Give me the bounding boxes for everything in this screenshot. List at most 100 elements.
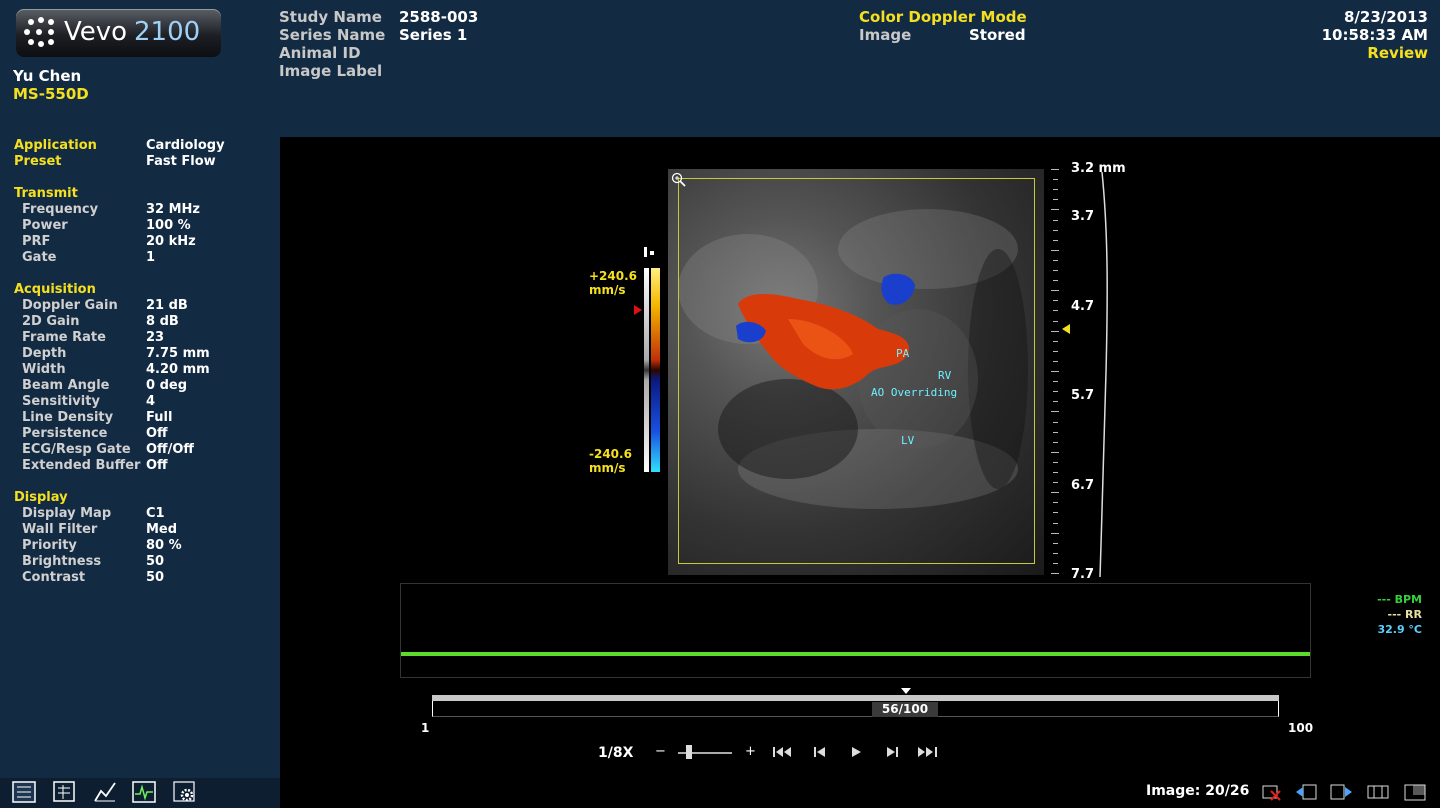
- param-label: Beam Angle: [22, 378, 110, 393]
- settings-gear-icon[interactable]: [173, 781, 197, 803]
- depth-tick: [1053, 482, 1058, 484]
- preset-value: Fast Flow: [146, 154, 216, 169]
- image-label-label: Image Label: [279, 62, 383, 80]
- import-image-icon[interactable]: [1295, 782, 1319, 802]
- depth-tick: [1051, 532, 1059, 534]
- logo-dots-icon: [24, 17, 58, 49]
- param-label: Frame Rate: [22, 330, 106, 345]
- param-value: 50: [146, 554, 165, 569]
- param-label: Frequency: [22, 202, 99, 217]
- depth-tick: [1053, 239, 1058, 241]
- logo-brand: Vevo: [64, 17, 128, 47]
- depth-tick: [1053, 280, 1058, 282]
- export-image-icon[interactable]: [1329, 782, 1353, 802]
- colorbar-min: -240.6: [589, 447, 632, 461]
- ecg-trace-line: [401, 652, 1310, 656]
- depth-tick: [1051, 209, 1059, 211]
- baseline-marker-icon[interactable]: [634, 305, 642, 315]
- param-value: 4.20 mm: [146, 362, 210, 377]
- param-label: PRF: [22, 234, 51, 249]
- depth-tick: [1051, 451, 1059, 453]
- param-label: Persistence: [22, 426, 108, 441]
- depth-tick: [1053, 512, 1058, 514]
- param-value: 50: [146, 570, 165, 585]
- depth-tick: [1053, 179, 1058, 181]
- first-frame-icon[interactable]: [772, 746, 794, 758]
- param-value: 21 dB: [146, 298, 188, 313]
- param-value: 80 %: [146, 538, 182, 553]
- speed-decrease-button[interactable]: −: [655, 744, 666, 759]
- measure-tool-icon[interactable]: [93, 781, 117, 803]
- colorbar-max-unit: mm/s: [589, 283, 626, 297]
- fullscreen-icon[interactable]: [1403, 782, 1427, 802]
- depth-tick: [1053, 542, 1058, 544]
- timeline-cursor-icon[interactable]: [901, 688, 912, 694]
- depth-tick: [1053, 350, 1058, 352]
- playback-speed[interactable]: 1/8X: [598, 745, 633, 761]
- transmit-section-title: Transmit: [14, 186, 78, 201]
- focus-marker-icon[interactable]: [1062, 324, 1070, 334]
- previous-frame-icon[interactable]: [813, 746, 827, 758]
- colorbar-max: +240.6: [589, 269, 638, 283]
- depth-tick: [1053, 472, 1058, 473]
- depth-tick: [1053, 421, 1058, 423]
- annotation-rv[interactable]: RV: [938, 369, 951, 382]
- param-value: 23: [146, 330, 165, 345]
- next-frame-icon[interactable]: [885, 746, 899, 758]
- param-label: Contrast: [22, 570, 86, 585]
- depth-tick: [1051, 169, 1059, 170]
- depth-tick: [1053, 199, 1058, 201]
- image-state-value: Stored: [969, 26, 1026, 44]
- delete-image-icon[interactable]: [1261, 782, 1283, 802]
- speed-increase-button[interactable]: +: [745, 744, 756, 759]
- time: 10:58:33 AM: [1321, 26, 1428, 44]
- application-label: Application: [14, 138, 97, 153]
- depth-tick: [1053, 391, 1058, 393]
- color-box-roi[interactable]: [678, 178, 1035, 564]
- review-status: Review: [1367, 44, 1428, 62]
- depth-label: 6.7: [1071, 478, 1095, 493]
- play-icon[interactable]: [850, 746, 862, 758]
- zoom-icon[interactable]: [671, 172, 687, 188]
- param-label: Width: [22, 362, 66, 377]
- param-value: 4: [146, 394, 156, 409]
- study-name-value: 2588-003: [399, 8, 479, 26]
- timeline-start: 1: [421, 721, 430, 735]
- depth-label: 7.7: [1071, 567, 1095, 582]
- image-counter: Image: 20/26: [1146, 783, 1250, 799]
- depth-tick: [1051, 290, 1059, 292]
- annotation-ao[interactable]: AO Overriding: [871, 386, 957, 399]
- param-label: Brightness: [22, 554, 102, 569]
- param-value: 100 %: [146, 218, 191, 233]
- measurement-table-icon[interactable]: [53, 781, 77, 803]
- param-label: Power: [22, 218, 68, 233]
- depth-tick: [1053, 552, 1058, 554]
- last-frame-icon[interactable]: [917, 746, 939, 758]
- depth-tick: [1051, 573, 1059, 574]
- timeline-range: [432, 701, 1279, 717]
- depth-tick: [1051, 411, 1059, 413]
- param-value: 8 dB: [146, 314, 179, 329]
- param-label: Line Density: [22, 410, 114, 425]
- list-view-icon[interactable]: [12, 781, 36, 803]
- tgc-curve[interactable]: [1094, 172, 1114, 577]
- frame-counter: 56/100: [872, 702, 938, 717]
- transducer-name: MS-550D: [13, 85, 89, 103]
- rr-readout: --- RR: [1387, 608, 1422, 621]
- annotation-lv[interactable]: LV: [901, 434, 914, 447]
- date: 8/23/2013: [1343, 8, 1428, 26]
- param-label: Gate: [22, 250, 57, 265]
- series-name-value: Series 1: [399, 26, 468, 44]
- preset-label: Preset: [14, 154, 62, 169]
- temperature-readout: 32.9 °C: [1377, 623, 1422, 636]
- vevo-logo: Vevo 2100: [16, 9, 221, 57]
- physiology-icon[interactable]: [132, 781, 156, 803]
- param-value: Off: [146, 458, 168, 473]
- layout-split-icon[interactable]: [1366, 782, 1390, 802]
- depth-tick: [1053, 461, 1058, 463]
- colorbar-min-unit: mm/s: [589, 461, 626, 475]
- speed-slider-handle[interactable]: [686, 745, 692, 759]
- annotation-pa[interactable]: PA: [896, 347, 909, 360]
- colorbar-dot-icon: [650, 251, 654, 255]
- param-value: 20 kHz: [146, 234, 196, 249]
